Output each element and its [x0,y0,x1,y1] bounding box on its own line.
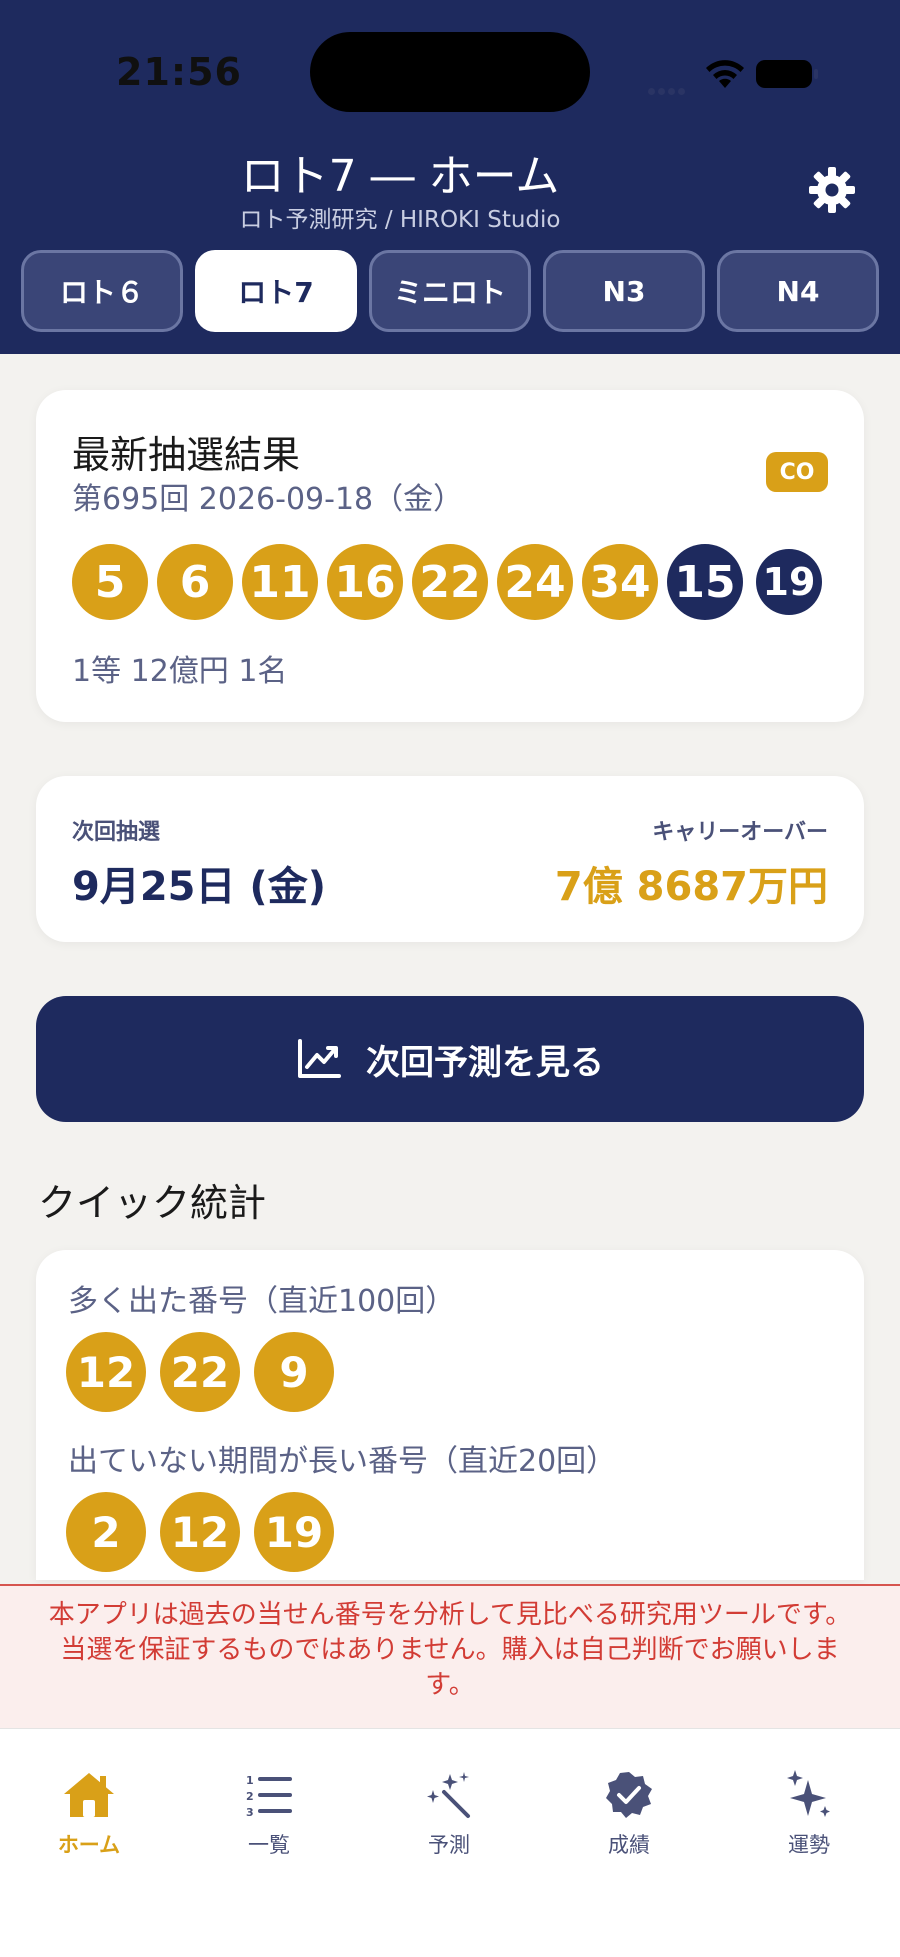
tabbar-fortune-label: 運勢 [788,1833,830,1857]
latest-result-card[interactable]: 最新抽選結果 第695回 2026-09-18（金） CO 5 6 11 16 … [36,390,864,722]
carryover-amount: 7億 8687万円 [554,864,828,910]
main-number-ball: 6 [157,544,233,620]
bonus-number-ball: 19 [756,549,822,615]
cold-numbers-label: 出ていない期間が長い番号（直近20回） [68,1444,617,1479]
next-draw-card: 次回抽選 9月25日 (金) キャリーオーバー 7億 8687万円 [36,776,864,942]
svg-text:3: 3 [246,1806,254,1818]
status-icons [640,54,840,95]
tabbar-list[interactable]: 1 2 3 一覧 [194,1767,344,1859]
cellular-signal-icon [648,80,688,95]
tabbar-results-label: 成績 [608,1833,650,1857]
status-time: 21:56 [116,50,242,94]
bottom-tab-bar: ホーム 1 2 3 一覧 予測 成績 運勢 [0,1728,900,1957]
latest-result-title: 最新抽選結果 [72,433,301,477]
view-prediction-button[interactable]: 次回予測を見る [36,996,864,1122]
next-draw-label: 次回抽選 [72,820,161,845]
svg-text:1: 1 [246,1774,254,1787]
main-number-ball: 11 [242,544,318,620]
svg-text:2: 2 [246,1790,254,1803]
numbered-list-icon: 1 2 3 [246,1774,292,1818]
main-number-ball: 22 [412,544,488,620]
carryover-badge: CO [766,452,828,492]
tabbar-predict[interactable]: 予測 [374,1767,524,1859]
frequent-number-ball: 22 [160,1332,240,1412]
lottery-type-tabs: ロト６ ロト7 ミニロト N3 N4 [21,250,879,332]
page-subtitle: ロト予測研究 / HIROKI Studio [239,207,561,233]
verified-badge-icon [606,1772,652,1818]
gear-icon[interactable] [806,164,858,216]
main-number-ball: 34 [582,544,658,620]
tabbar-home-label: ホーム [57,1833,121,1857]
frequent-number-ball: 12 [66,1332,146,1412]
cold-number-ball: 19 [254,1492,334,1572]
tabbar-list-label: 一覧 [248,1833,290,1857]
main-number-ball: 16 [327,544,403,620]
app-header: 21:56 ロト7 ― ホーム ロト予測研究 / HIROKI Studio ロ… [0,0,900,354]
home-icon [64,1773,114,1817]
prize-summary: 1等 12億円 1名 [72,654,288,689]
bonus-number-ball: 15 [667,544,743,620]
wifi-icon [706,60,744,88]
chart-line-icon [298,1039,341,1078]
draw-number-date: 第695回 2026-09-18（金） [72,482,464,517]
magic-wand-icon [427,1772,470,1818]
main-number-ball: 5 [72,544,148,620]
tab-loto7[interactable]: ロト7 [195,250,357,332]
page-title: ロト7 ― ホーム [240,151,560,202]
quick-stats-heading: クイック統計 [38,1181,267,1225]
cold-number-ball: 12 [160,1492,240,1572]
view-prediction-label: 次回予測を見る [366,1042,604,1083]
quick-stats-card: 多く出た番号（直近100回） 12 22 9 出ていない期間が長い番号（直近20… [36,1250,864,1580]
tabbar-predict-label: 予測 [428,1833,470,1857]
tabbar-home[interactable]: ホーム [14,1767,164,1859]
sparkles-icon [787,1770,830,1817]
battery-icon [756,60,818,88]
frequent-number-ball: 9 [254,1332,334,1412]
tab-numbers3[interactable]: N3 [543,250,705,332]
tabbar-fortune[interactable]: 運勢 [734,1767,884,1859]
disclaimer-banner: 本アプリは過去の当せん番号を分析して見比べる研究用ツールです。当選を保証するもの… [0,1584,900,1728]
dynamic-island [310,32,590,112]
frequent-numbers-label: 多く出た番号（直近100回） [68,1284,456,1319]
carryover-label: キャリーオーバー [652,820,828,845]
tab-numbers4[interactable]: N4 [717,250,879,332]
tab-loto6[interactable]: ロト６ [21,250,183,332]
main-number-ball: 24 [497,544,573,620]
tab-miniloto[interactable]: ミニロト [369,250,531,332]
next-draw-date: 9月25日 (金) [72,864,326,910]
cold-number-ball: 2 [66,1492,146,1572]
tabbar-results[interactable]: 成績 [554,1767,704,1859]
